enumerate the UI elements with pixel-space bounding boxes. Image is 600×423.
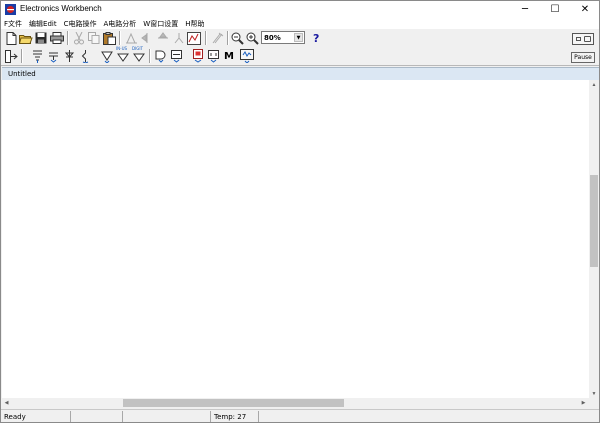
- power-switch[interactable]: [572, 33, 594, 45]
- graph-icon[interactable]: [187, 31, 201, 45]
- mixed-ics-label: IN-US: [116, 46, 128, 51]
- pause-button[interactable]: Pause: [571, 52, 595, 63]
- vertical-scrollbar[interactable]: ▲ ▼: [589, 80, 599, 408]
- cut-icon[interactable]: [72, 31, 86, 45]
- toolbar-separator: [67, 31, 69, 45]
- menu-circuit[interactable]: C电路操作: [64, 19, 97, 29]
- app-logo-icon: [5, 4, 16, 15]
- scrollbar-corner: [589, 398, 599, 408]
- flip-horizontal-icon[interactable]: [140, 31, 154, 45]
- toolbar-separator: [205, 31, 207, 45]
- status-pane-empty: [70, 411, 122, 422]
- maximize-button[interactable]: ☐: [540, 1, 570, 18]
- close-button[interactable]: ✕: [570, 1, 599, 18]
- horizontal-scrollbar[interactable]: ◀ ▶: [2, 398, 589, 408]
- menu-file[interactable]: F文件: [4, 19, 22, 29]
- zoom-select[interactable]: 80% ▼: [261, 31, 305, 44]
- document-title-bar: Untitled: [2, 67, 599, 80]
- zoom-value: 80%: [264, 33, 281, 42]
- title-bar: Electronics Workbench ─ ☐ ✕: [1, 1, 599, 18]
- menu-bar: F文件 编辑Edit C电路操作 A电路分析 W窗口设置 H帮助: [1, 18, 599, 29]
- minimize-button[interactable]: ─: [510, 1, 540, 18]
- digital-ics-icon[interactable]: DIGIT: [132, 46, 146, 63]
- mixed-ics-icon[interactable]: IN-US: [116, 46, 130, 63]
- digital-icon[interactable]: [169, 49, 183, 63]
- document-title: Untitled: [8, 70, 36, 78]
- diodes-icon[interactable]: [62, 49, 76, 63]
- sources-icon[interactable]: [30, 49, 44, 63]
- window-title: Electronics Workbench: [20, 4, 102, 13]
- menu-window[interactable]: W窗口设置: [143, 19, 178, 29]
- app-window: Electronics Workbench ─ ☐ ✕ F文件 编辑Edit C…: [0, 0, 600, 423]
- toolbar-separator: [21, 49, 23, 63]
- zoom-in-icon[interactable]: [245, 31, 259, 45]
- new-file-icon[interactable]: [4, 31, 18, 45]
- menu-analysis[interactable]: A电路分析: [103, 19, 136, 29]
- paste-icon[interactable]: [102, 31, 116, 45]
- logic-gates-icon[interactable]: [153, 49, 167, 63]
- rotate-icon[interactable]: [124, 31, 138, 45]
- flip-vertical-icon[interactable]: [156, 31, 170, 45]
- instruments-icon[interactable]: [240, 49, 254, 63]
- status-ready: Ready: [4, 413, 26, 421]
- parts-bin-toggle-icon[interactable]: [4, 49, 18, 63]
- controls-icon[interactable]: [206, 49, 220, 63]
- toolbar-separator: [149, 49, 151, 63]
- scroll-down-icon[interactable]: ▼: [589, 389, 599, 398]
- scroll-right-icon[interactable]: ▶: [579, 398, 588, 408]
- component-properties-icon[interactable]: [210, 31, 224, 45]
- save-icon[interactable]: [34, 31, 48, 45]
- digital-ics-label: DIGIT: [132, 46, 143, 51]
- power-switch-indicator-icon: [584, 36, 591, 42]
- subcircuit-icon[interactable]: [172, 31, 186, 45]
- print-icon[interactable]: [50, 31, 64, 45]
- copy-icon[interactable]: [87, 31, 101, 45]
- scroll-left-icon[interactable]: ◀: [2, 398, 11, 408]
- basic-components-icon[interactable]: [46, 49, 60, 63]
- transistors-icon[interactable]: [78, 49, 92, 63]
- toolbar-separator: [119, 31, 121, 45]
- zoom-out-icon[interactable]: [230, 31, 244, 45]
- status-temp: Temp: 27: [210, 411, 258, 422]
- circuit-canvas[interactable]: [2, 80, 589, 408]
- status-pane-empty: [122, 411, 210, 422]
- miscellaneous-icon[interactable]: M: [222, 49, 236, 63]
- scroll-up-icon[interactable]: ▲: [589, 80, 599, 89]
- indicators-icon[interactable]: [191, 49, 205, 63]
- help-icon[interactable]: ?: [313, 32, 324, 45]
- menu-help[interactable]: H帮助: [185, 19, 204, 29]
- menu-edit[interactable]: 编辑Edit: [29, 19, 57, 29]
- open-folder-icon[interactable]: [19, 31, 33, 45]
- analog-ics-icon[interactable]: [100, 49, 114, 63]
- chevron-down-icon[interactable]: ▼: [294, 33, 303, 42]
- horizontal-scroll-thumb[interactable]: [123, 399, 344, 407]
- status-pane-empty: [258, 411, 599, 422]
- status-bar: Ready Temp: 27: [1, 409, 599, 422]
- parts-bin-toolbar: IN-US DIGIT M: [1, 46, 599, 66]
- vertical-scroll-thumb[interactable]: [590, 175, 598, 267]
- toolbar-separator: [227, 31, 229, 45]
- power-switch-knob-icon: [576, 37, 581, 41]
